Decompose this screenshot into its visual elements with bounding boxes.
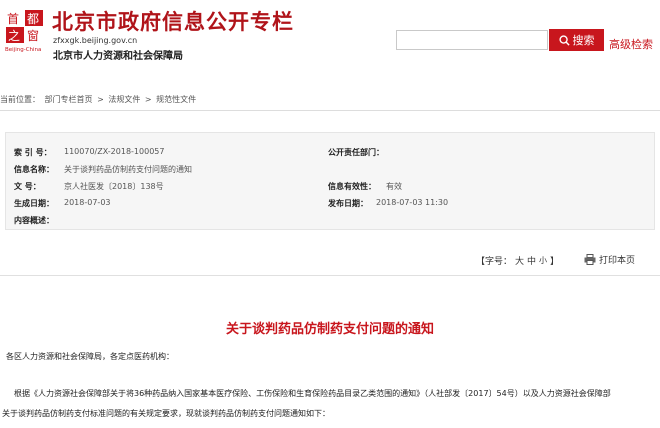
validity-label: 信息有效性： [328, 182, 376, 191]
created-value: 2018-07-03 [64, 198, 111, 207]
created-label: 生成日期： [14, 199, 54, 208]
site-url: zfxxgk.beijing.gov.cn [53, 36, 138, 45]
print-label: 打印本页 [599, 256, 636, 266]
print-button[interactable]: 打印本页 [584, 253, 635, 266]
breadcrumb-divider [0, 110, 660, 111]
logo-subtitle: Beijing-China [5, 47, 41, 53]
search-button-label: 搜索 [572, 34, 595, 47]
breadcrumb-item-home[interactable]: 部门专栏首页 [45, 95, 93, 104]
index-value: 110070/ZX-2018-100057 [64, 147, 165, 156]
article-title: 关于谈判药品仿制药支付问题的通知 [225, 322, 434, 337]
name-label: 信息名称： [14, 165, 54, 174]
printer-icon [584, 254, 596, 265]
advanced-search-link[interactable]: 高级检索 [609, 36, 653, 52]
logo-char-1: 首 [7, 12, 19, 26]
document-metadata-panel: 索 引 号： 110070/ZX-2018-100057 公开责任部门： 信息名… [5, 132, 655, 230]
search-input[interactable] [396, 30, 548, 50]
article-greeting: 各区人力资源和社会保障局，各定点医药机构： [6, 352, 174, 361]
font-size-toolbar: 【字号： 大 中 小 】 [476, 253, 559, 267]
site-header: 首 都 之 窗 Beijing-China 北京市政府信息公开专栏 zfxxgk… [0, 0, 660, 62]
breadcrumb-item-normative[interactable]: 规范性文件 [156, 95, 196, 104]
validity-value: 有效 [386, 182, 402, 191]
font-size-large-button[interactable]: 大 [515, 254, 524, 267]
font-size-label: 【字号： [476, 256, 513, 267]
font-size-close-bracket: 】 [550, 256, 560, 267]
logo-char-3: 之 [8, 29, 20, 43]
summary-label: 内容概述： [14, 216, 54, 225]
index-label: 索 引 号： [14, 148, 52, 157]
logo-char-2: 都 [27, 12, 39, 26]
capital-window-logo[interactable]: 首 都 之 窗 Beijing-China [4, 8, 46, 54]
article-paragraph-1: 根据《人力资源社会保障部关于将36种药品纳入国家基本医疗保险、工伤保险和生育保险… [14, 389, 611, 398]
site-title: 北京市政府信息公开专栏 [52, 10, 294, 34]
breadcrumb-separator: > [97, 95, 104, 104]
published-label: 发布日期： [328, 199, 368, 208]
site-organization: 北京市人力资源和社会保障局 [53, 51, 183, 62]
search-button[interactable]: 搜索 [549, 29, 604, 51]
breadcrumb-separator: > [144, 95, 152, 104]
content-divider [0, 275, 660, 276]
article-paragraph-2: 关于谈判药品仿制药支付标准问题的有关规定要求，现就谈判药品仿制药支付问题通知如下… [2, 409, 330, 418]
breadcrumb-item-regulations[interactable]: 法规文件 [108, 95, 140, 104]
search-icon [558, 34, 570, 46]
font-size-small-button[interactable]: 小 [539, 255, 547, 266]
breadcrumb: 当前位置： 部门专栏首页 > 法规文件 > 规范性文件 [0, 94, 660, 110]
doc-number-label: 文 号： [14, 182, 41, 191]
name-value: 关于谈判药品仿制药支付问题的通知 [64, 165, 192, 174]
breadcrumb-prefix: 当前位置： [0, 95, 40, 104]
logo-char-4: 窗 [27, 29, 39, 43]
published-value: 2018-07-03 11:30 [376, 198, 449, 207]
doc-number-value: 京人社医发〔2018〕138号 [64, 182, 164, 191]
font-size-medium-button[interactable]: 中 [527, 254, 536, 267]
owner-label: 公开责任部门： [328, 148, 384, 157]
